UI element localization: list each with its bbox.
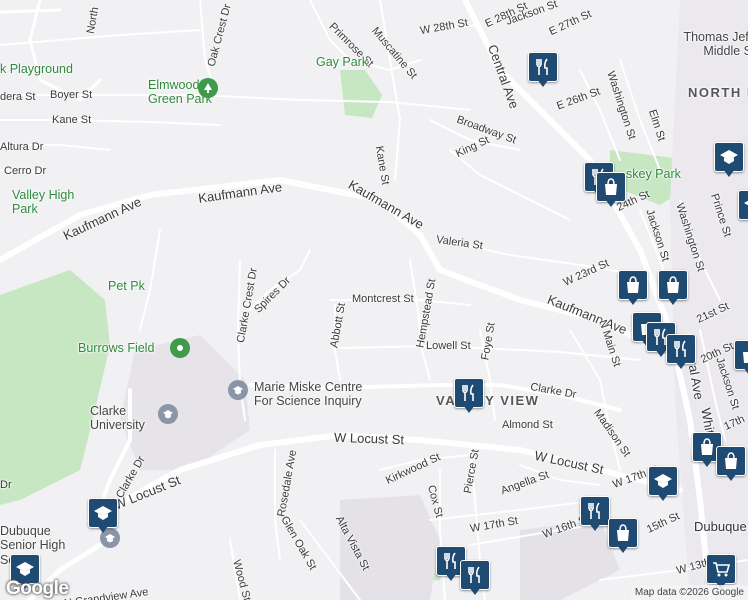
place-label-pet-pk[interactable]: Pet Pk bbox=[108, 280, 145, 293]
school-marker-icon[interactable] bbox=[88, 498, 118, 534]
restaurant-marker-icon[interactable] bbox=[454, 378, 484, 414]
street-label: dera St bbox=[0, 91, 36, 103]
shopping-bag-marker-icon[interactable] bbox=[618, 270, 648, 306]
shopping-bag-marker-icon[interactable] bbox=[608, 518, 638, 554]
neighborhood-label-valley-view: VALLEY VIEW bbox=[436, 393, 540, 408]
place-label-marie-miske-centre[interactable]: Marie Miske Centre For Science Inquiry bbox=[254, 380, 384, 409]
park-pin-icon[interactable] bbox=[198, 78, 218, 98]
google-logo: Google bbox=[6, 578, 69, 599]
street-label: Cerro Dr bbox=[4, 165, 47, 177]
school-pin-icon[interactable] bbox=[158, 404, 178, 424]
street-label: Almond St bbox=[502, 419, 553, 431]
shopping-bag-marker-icon[interactable] bbox=[716, 446, 746, 482]
school-marker-icon[interactable] bbox=[648, 466, 678, 502]
street-label: W Locust St bbox=[333, 429, 405, 448]
map-attribution[interactable]: Map data ©2026 Google bbox=[630, 585, 748, 600]
street-label: Boyer St bbox=[50, 89, 93, 101]
place-label-thomas-jefferson-middle[interactable]: Thomas Jeff Middle S bbox=[672, 30, 748, 59]
shopping-bag-marker-icon[interactable] bbox=[596, 172, 626, 208]
street-label: Kane St bbox=[52, 114, 92, 126]
place-label-comiskey-park[interactable]: skey Park bbox=[626, 168, 681, 181]
neighborhood-label-north-end: NORTH E bbox=[688, 85, 748, 100]
shopping-bag-marker-icon[interactable] bbox=[734, 340, 748, 376]
street-label: Altura Dr bbox=[0, 141, 44, 153]
restaurant-marker-icon[interactable] bbox=[666, 334, 696, 370]
map-canvas[interactable]: W 28th St E 28th St Jackson St E 27th St… bbox=[0, 0, 748, 600]
school-pin-icon[interactable] bbox=[228, 380, 248, 400]
place-label-playground[interactable]: k Playground bbox=[0, 63, 73, 76]
school-marker-icon[interactable] bbox=[738, 190, 748, 226]
restaurant-marker-icon[interactable] bbox=[580, 496, 610, 532]
place-label-clarke-university[interactable]: Clarke University bbox=[90, 404, 160, 433]
street-label: Dr bbox=[0, 479, 12, 491]
place-label-burrows-field[interactable]: Burrows Field bbox=[78, 342, 154, 355]
restaurant-marker-icon[interactable] bbox=[460, 560, 490, 596]
street-label: Montcrest St bbox=[352, 293, 414, 305]
place-label-valley-high-park[interactable]: Valley High Park bbox=[12, 188, 82, 217]
school-marker-icon[interactable] bbox=[714, 142, 744, 178]
street-label: Lowell St bbox=[426, 340, 471, 352]
place-label-gay-park[interactable]: Gay Park bbox=[316, 56, 368, 69]
city-label-dubuque: Dubuque bbox=[694, 519, 747, 534]
park-pin-icon[interactable] bbox=[170, 338, 190, 358]
shopping-bag-marker-icon[interactable] bbox=[658, 270, 688, 306]
restaurant-marker-icon[interactable] bbox=[528, 52, 558, 88]
